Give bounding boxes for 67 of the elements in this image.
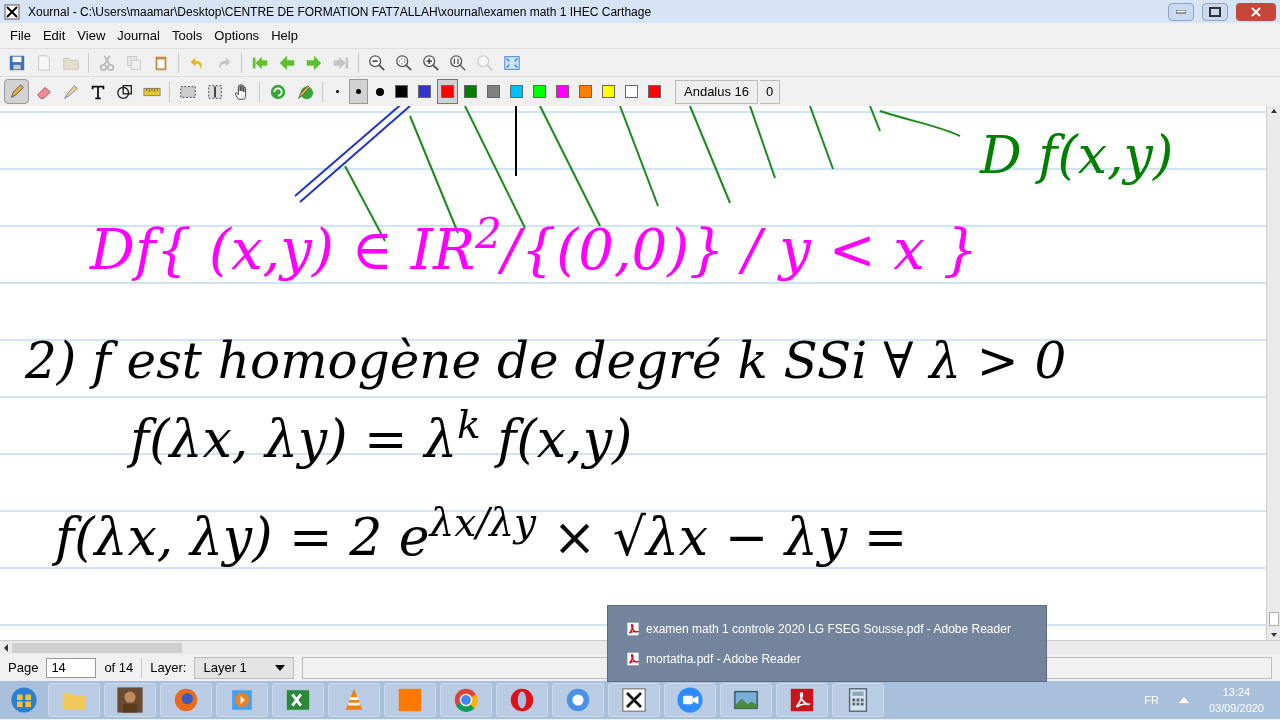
page-number-field[interactable]: 14	[46, 657, 97, 678]
handwritten-text: D f(x,y)	[980, 124, 1174, 187]
opera-icon	[508, 686, 536, 714]
dot-icon	[356, 89, 361, 94]
zoom-in-icon	[421, 53, 440, 72]
menu-item[interactable]: Options	[208, 25, 266, 46]
scissors-icon	[97, 53, 116, 72]
dot-icon	[375, 87, 384, 96]
page-label: Page	[8, 658, 39, 677]
minimize-icon	[1176, 9, 1186, 14]
maximize-button[interactable]	[1202, 2, 1228, 21]
layer-label: Layer:	[150, 658, 187, 677]
zoom-icon	[475, 53, 494, 72]
close-button[interactable]	[1236, 2, 1276, 21]
menu-item[interactable]: View	[71, 25, 112, 46]
pdf-file-icon	[626, 621, 640, 636]
page-count: of 14	[104, 658, 134, 677]
menu-item[interactable]: Tools	[165, 25, 209, 46]
left-arrow-icon	[277, 53, 296, 72]
app-tile-icon	[396, 686, 424, 714]
avatar-icon	[116, 686, 144, 714]
taskbar-preview-item[interactable]: mortatha.pdf - Adobe Reader	[626, 649, 1028, 668]
firefox-icon	[172, 686, 200, 714]
vertical-space-icon	[205, 82, 224, 101]
minimize-button[interactable]	[1168, 2, 1194, 21]
maximize-icon	[1209, 6, 1221, 17]
taskbar-button[interactable]	[608, 683, 660, 717]
pen-x-icon	[620, 686, 648, 714]
layer-dropdown[interactable]: Layer 1	[194, 656, 295, 679]
pen-refresh-icon	[295, 82, 314, 101]
close-icon	[1251, 6, 1261, 17]
browser-icon	[564, 686, 592, 714]
dropdown-arrow-icon	[275, 664, 286, 671]
refresh-icon	[268, 82, 287, 101]
pdf-reader-icon	[788, 686, 816, 714]
pen-size-button[interactable]	[349, 79, 368, 104]
scrollbar-thumb[interactable]	[12, 642, 182, 653]
pdf-file-icon	[626, 651, 640, 666]
scrollbar-thumb[interactable]	[1268, 612, 1279, 626]
zoom-out-icon	[367, 53, 386, 72]
fullscreen-icon	[502, 53, 521, 72]
video-camera-icon	[676, 686, 704, 714]
pencil-button[interactable]	[4, 79, 29, 104]
right-arrow-icon	[304, 53, 323, 72]
highlighter-icon	[61, 82, 80, 101]
handwritten-text: 2) f est homogène de degré k SSi ∀ λ > 0	[25, 331, 1067, 392]
app-icon	[4, 3, 20, 20]
zoom-fit-icon	[394, 53, 413, 72]
chrome-icon	[452, 686, 480, 714]
save-icon	[7, 53, 26, 72]
font-button[interactable]: Andalus 16	[675, 79, 759, 104]
width-field[interactable]: 0	[760, 79, 781, 104]
dot-icon	[336, 90, 339, 93]
vertical-scrollbar[interactable]	[1266, 106, 1280, 640]
menu-item[interactable]: File	[4, 25, 37, 46]
taskbar-preview-item[interactable]: examen math 1 controle 2020 LG FSEG Sousse.pdf - Adobe Reader	[626, 619, 1028, 638]
shapes-icon	[115, 82, 134, 101]
window-title: Xournal - C:\Users\maamar\Desktop\CENTRE DE FORMATION FAT7ALLAH\xournal\examen math 1 IHEC Carthage	[28, 3, 652, 21]
taskbar-button[interactable]	[104, 683, 156, 717]
menu-item[interactable]: Help	[265, 25, 304, 46]
menu-item[interactable]: Edit	[36, 25, 72, 46]
color-button[interactable]	[437, 79, 458, 104]
zoom-actual-size-icon	[448, 53, 467, 72]
windows-logo-icon	[10, 686, 38, 714]
copy-icon	[124, 53, 143, 72]
menu-item[interactable]: Journal	[111, 25, 166, 46]
handwritten-text: Df{ (x,y) ∈ IR$^{2}$/{(0,0)} / y < x }	[90, 212, 979, 284]
